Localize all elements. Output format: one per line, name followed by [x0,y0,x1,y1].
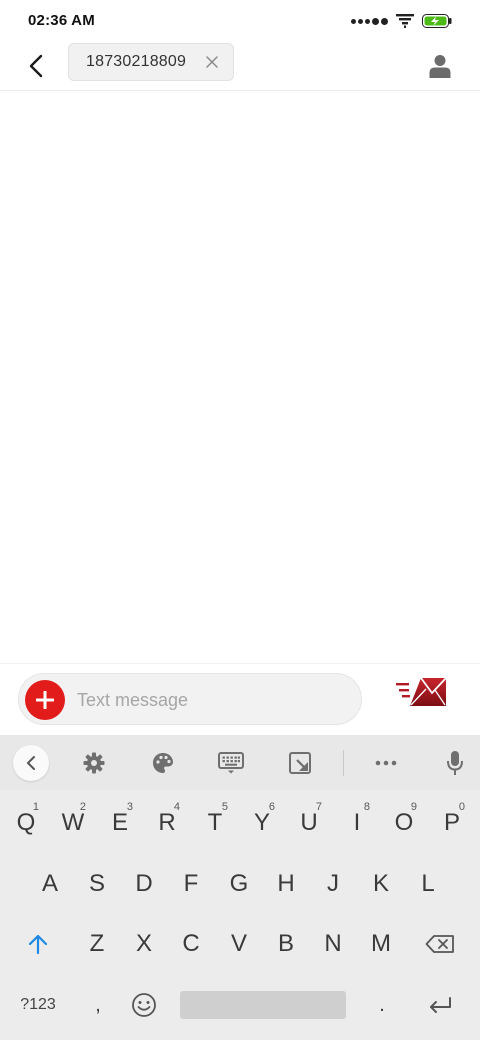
space-key[interactable] [180,991,346,1019]
key-q[interactable]: Q1 [4,795,48,851]
keyboard-collapse-button[interactable] [13,745,49,781]
resize-icon [289,752,311,774]
close-icon[interactable] [205,55,219,69]
status-time: 02:36 AM [28,12,95,29]
symbols-key[interactable]: ?123 [14,977,62,1033]
contact-button[interactable] [424,50,456,82]
status-icons [351,12,452,30]
key-x[interactable]: X [122,916,166,972]
key-b[interactable]: B [264,916,308,972]
back-arrow-icon [29,54,43,78]
palette-icon [153,753,173,773]
compose-divider [0,663,480,664]
key-o[interactable]: O9 [382,795,426,851]
message-input[interactable] [75,682,349,718]
toolbar-divider [343,750,344,776]
back-button[interactable] [18,48,54,84]
smiley-icon [132,993,156,1017]
key-v[interactable]: V [217,916,261,972]
send-mail-icon [396,677,447,706]
key-i[interactable]: I8 [335,795,379,851]
recipient-number: 18730218809 [86,53,187,70]
resize-keyboard-button[interactable] [285,748,315,778]
keyboard-toolbar [0,735,480,790]
key-d[interactable]: D [122,856,166,912]
key-e[interactable]: E3 [98,795,142,851]
theme-button[interactable] [148,748,178,778]
more-button[interactable] [371,748,401,778]
person-icon [429,55,451,78]
enter-key[interactable] [418,977,462,1033]
key-s[interactable]: S [75,856,119,912]
chevron-left-icon [27,756,35,770]
backspace-icon [425,935,454,953]
key-a[interactable]: A [28,856,72,912]
keyboard: Q1 W2 E3 R4 T5 Y6 U7 I8 O9 P0 A S D F G … [0,735,480,1040]
voice-input-button[interactable] [440,748,470,778]
comma-key[interactable]: , [76,977,120,1033]
keyboard-icon [218,752,244,774]
gear-icon [83,752,105,774]
shift-arrow-icon [28,934,48,955]
keyboard-mode-button[interactable] [216,748,246,778]
key-k[interactable]: K [359,856,403,912]
emoji-key[interactable] [122,977,166,1033]
key-u[interactable]: U7 [287,795,331,851]
key-c[interactable]: C [169,916,213,972]
compose-bar [18,673,362,725]
enter-icon [430,997,451,1013]
key-t[interactable]: T5 [193,795,237,851]
signal-icon [351,17,388,25]
shift-key[interactable] [16,916,60,972]
key-z[interactable]: Z [75,916,119,972]
recipient-chip[interactable]: 18730218809 [68,43,234,81]
key-h[interactable]: H [264,856,308,912]
key-p[interactable]: P0 [430,795,474,851]
wifi-icon [396,14,414,28]
key-r[interactable]: R4 [145,795,189,851]
key-j[interactable]: J [311,856,355,912]
more-icon [375,760,397,766]
key-m[interactable]: M [359,916,403,972]
microphone-icon [447,751,463,775]
key-l[interactable]: L [406,856,450,912]
key-g[interactable]: G [217,856,261,912]
plus-icon [36,691,54,709]
send-button[interactable] [394,672,450,712]
status-bar: 02:36 AM [0,0,480,42]
period-key[interactable]: . [360,977,404,1033]
key-y[interactable]: Y6 [240,795,284,851]
battery-charging-icon [422,14,452,28]
attach-button[interactable] [25,680,65,720]
backspace-key[interactable] [418,916,462,972]
key-n[interactable]: N [311,916,355,972]
key-f[interactable]: F [169,856,213,912]
settings-button[interactable] [79,748,109,778]
app-bar: 18730218809 [0,42,480,91]
key-w[interactable]: W2 [51,795,95,851]
